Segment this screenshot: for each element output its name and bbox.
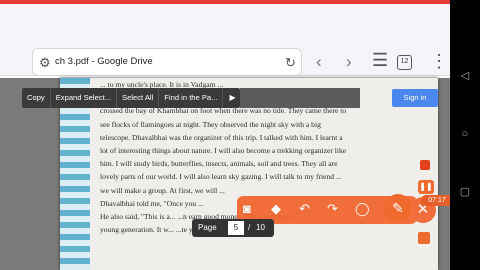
browser-toolbar: ⚙ ch 3.pdf - Google Drive ↻ ‹ › ☰ 12 ⋮ (0, 4, 450, 76)
page-label: Page (198, 223, 217, 232)
page-total: 10 (256, 223, 265, 232)
text-selection-menu: Copy Expand Select... Select All Find in… (22, 88, 240, 108)
page-separator: / (248, 223, 251, 232)
text-line: see flocks of flamingoes at night. They … (100, 119, 321, 129)
text-line: lovely parts of our world. I will also l… (100, 172, 342, 182)
home-icon[interactable]: ○ (459, 128, 471, 140)
pause-icon[interactable]: ❚❚ (418, 180, 434, 194)
copy-button[interactable]: Copy (22, 88, 51, 108)
reload-icon[interactable]: ↻ (285, 55, 296, 71)
more-options-icon[interactable]: ▶ (223, 88, 241, 108)
recording-timer: 07:17 (421, 195, 450, 206)
forward-arrow-icon[interactable]: › (346, 52, 352, 72)
expand-selection-button[interactable]: Expand Select... (51, 88, 118, 108)
address-bar[interactable]: ⚙ ch 3.pdf - Google Drive ↻ (32, 48, 302, 76)
recents-icon[interactable]: ▢ (459, 186, 471, 198)
eraser-icon[interactable]: ◆ (271, 201, 281, 217)
sign-in-button[interactable]: Sign in (392, 89, 438, 107)
text-line: him. I will study birds, butterflies, in… (100, 159, 338, 169)
hamburger-menu-icon[interactable]: ☰ (372, 50, 388, 71)
select-all-button[interactable]: Select All (117, 88, 160, 108)
camera-icon[interactable]: ◙ (243, 201, 251, 216)
redo-icon[interactable]: ↷ (327, 201, 338, 217)
phone-screen: ⚙ ch 3.pdf - Google Drive ↻ ‹ › ☰ 12 ⋮ .… (0, 0, 450, 270)
pencil-icon[interactable]: ✎ (384, 194, 412, 222)
toolbox-icon[interactable] (418, 232, 430, 244)
page-number-input[interactable]: 5 (228, 221, 244, 235)
record-indicator-icon[interactable] (420, 160, 430, 170)
text-line: lot of interesting things about nature. … (100, 146, 347, 156)
back-icon[interactable]: ◁ (459, 70, 471, 82)
screen: ⚙ ch 3.pdf - Google Drive ↻ ‹ › ☰ 12 ⋮ .… (0, 0, 480, 270)
find-in-page-button[interactable]: Find in the Pa... (159, 88, 224, 108)
page-indicator: Page 5 / 10 (192, 219, 274, 237)
system-navigation-bar: ◁ ○ ▢ (450, 0, 480, 270)
overflow-menu-icon[interactable]: ⋮ (430, 51, 448, 72)
back-arrow-icon[interactable]: ‹ (316, 52, 322, 72)
shape-icon[interactable]: ◯ (355, 201, 370, 217)
undo-icon[interactable]: ↶ (299, 201, 310, 217)
text-line: we will make a group. At first, we will … (100, 185, 225, 195)
site-settings-icon[interactable]: ⚙ (39, 56, 53, 70)
address-text: ch 3.pdf - Google Drive (55, 56, 153, 67)
context-menu-overlay (240, 88, 360, 108)
text-line: telescope. Dhavalbhai was the organizer … (100, 132, 343, 142)
tabs-count-icon[interactable]: 12 (397, 55, 412, 70)
